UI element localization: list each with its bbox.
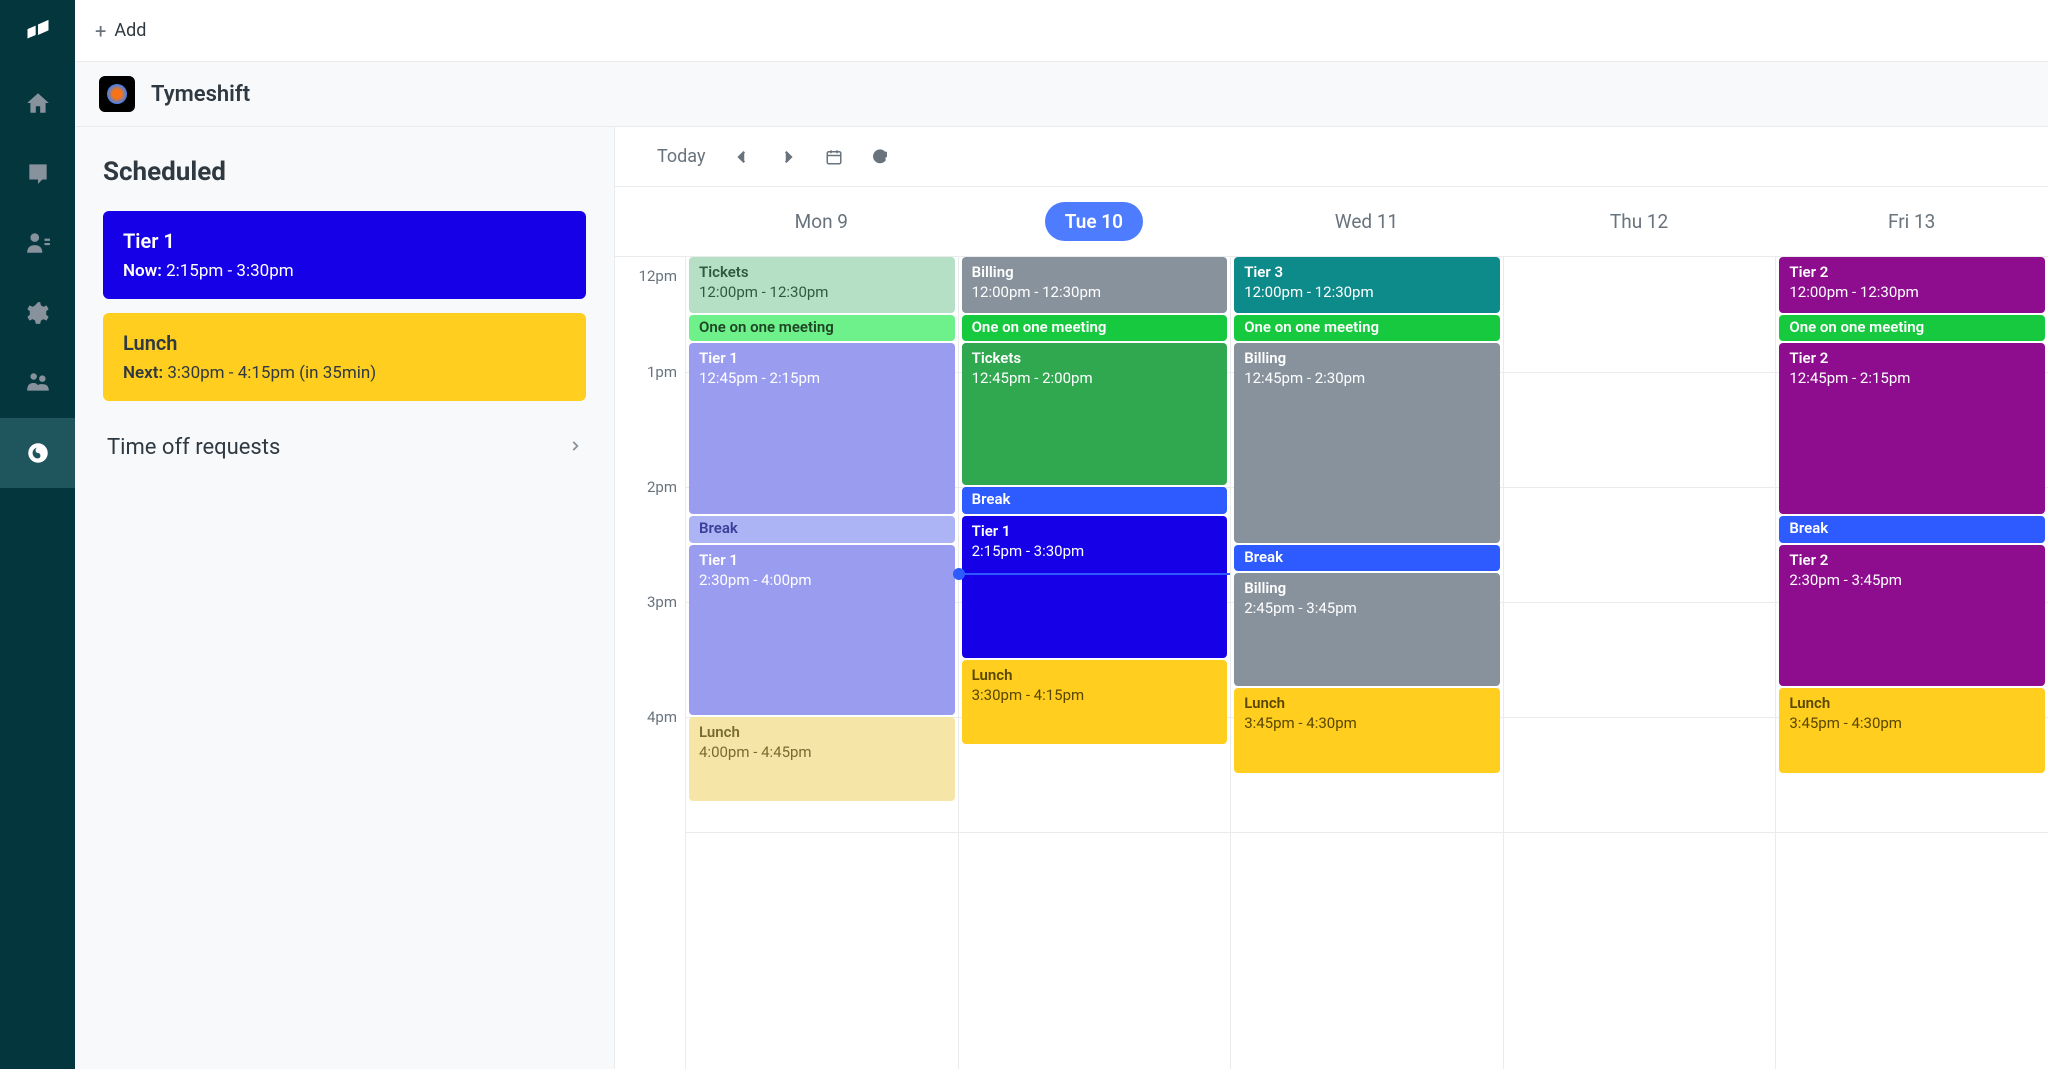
left-panel: Scheduled Tier 1 Now: 2:15pm - 3:30pm Lu… (75, 127, 615, 1069)
time-off-requests[interactable]: Time off requests (103, 415, 586, 480)
refresh-button[interactable] (871, 148, 889, 166)
calendar-event[interactable]: One on one meeting (689, 315, 955, 342)
next-button[interactable] (779, 148, 797, 166)
day-header[interactable]: Thu 12 (1503, 187, 1776, 256)
calendar-event[interactable]: Billing2:45pm - 3:45pm (1234, 573, 1500, 686)
calendar-event[interactable]: Tier 112:45pm - 2:15pm (689, 343, 955, 514)
topbar: + Add (75, 0, 2048, 62)
calendar: Today Mon 9Tue 10Wed 11Thu 12Fri 13 12pm… (615, 127, 2048, 1069)
tymeshift-icon (99, 76, 135, 112)
prev-button[interactable] (733, 148, 751, 166)
nav-settings[interactable] (0, 278, 75, 348)
card-title: Lunch (123, 331, 566, 355)
calendar-event[interactable]: Tickets12:00pm - 12:30pm (689, 257, 955, 313)
calendar-event[interactable]: Tier 12:15pm - 3:30pm (962, 516, 1228, 658)
calendar-event[interactable]: Break (1779, 516, 2045, 543)
time-gutter: 12pm 1pm 2pm 3pm 4pm (615, 257, 685, 1069)
nav-tymeshift[interactable] (0, 418, 75, 488)
next-schedule-card[interactable]: Lunch Next: 3:30pm - 4:15pm (in 35min) (103, 313, 586, 401)
now-indicator (959, 573, 1231, 575)
day-column[interactable]: Tier 212:00pm - 12:30pmOne on one meetin… (1775, 257, 2048, 1069)
time-label: 12pm (639, 267, 677, 285)
calendar-event[interactable]: Break (689, 516, 955, 543)
day-header[interactable]: Mon 9 (685, 187, 958, 256)
scheduled-title: Scheduled (103, 157, 586, 187)
calendar-event[interactable]: Break (1234, 545, 1500, 572)
day-column[interactable] (1503, 257, 1776, 1069)
calendar-event[interactable]: Tier 312:00pm - 12:30pm (1234, 257, 1500, 313)
day-column[interactable]: Tier 312:00pm - 12:30pmOne on one meetin… (1230, 257, 1503, 1069)
calendar-event[interactable]: One on one meeting (962, 315, 1228, 342)
calendar-body[interactable]: 12pm 1pm 2pm 3pm 4pm Tickets12:00pm - 12:30p… (615, 257, 2048, 1069)
day-header[interactable]: Fri 13 (1775, 187, 2048, 256)
nav-team[interactable] (0, 348, 75, 418)
calendar-event[interactable]: Break (962, 487, 1228, 514)
calendar-event[interactable]: Tier 212:00pm - 12:30pm (1779, 257, 2045, 313)
calendar-icon[interactable] (825, 148, 843, 166)
app-title: Tymeshift (151, 82, 250, 107)
calendar-header: Mon 9Tue 10Wed 11Thu 12Fri 13 (615, 187, 2048, 257)
time-label: 1pm (647, 363, 677, 381)
plus-icon: + (95, 19, 106, 43)
calendar-event[interactable]: Tickets12:45pm - 2:00pm (962, 343, 1228, 485)
current-schedule-card[interactable]: Tier 1 Now: 2:15pm - 3:30pm (103, 211, 586, 299)
chevron-right-icon (568, 438, 582, 457)
day-column[interactable]: Billing12:00pm - 12:30pmOne on one meeti… (958, 257, 1231, 1069)
day-header[interactable]: Wed 11 (1230, 187, 1503, 256)
nav-customers[interactable] (0, 208, 75, 278)
nav-home[interactable] (0, 68, 75, 138)
calendar-event[interactable]: Tier 22:30pm - 3:45pm (1779, 545, 2045, 687)
nav-views[interactable] (0, 138, 75, 208)
time-label: 3pm (647, 593, 677, 611)
sidebar-nav (0, 0, 75, 1069)
calendar-event[interactable]: Lunch3:45pm - 4:30pm (1779, 688, 2045, 772)
time-label: 2pm (647, 478, 677, 496)
day-header[interactable]: Tue 10 (958, 187, 1231, 256)
calendar-event[interactable]: Lunch3:30pm - 4:15pm (962, 660, 1228, 744)
calendar-event[interactable]: Tier 12:30pm - 4:00pm (689, 545, 955, 716)
time-label: 4pm (647, 708, 677, 726)
app-logo[interactable] (18, 8, 58, 48)
today-button[interactable]: Today (657, 146, 705, 167)
calendar-event[interactable]: One on one meeting (1779, 315, 2045, 342)
add-button[interactable]: + Add (95, 19, 146, 43)
header-bar: Tymeshift (75, 62, 2048, 127)
calendar-event[interactable]: Lunch4:00pm - 4:45pm (689, 717, 955, 801)
time-off-label: Time off requests (107, 435, 280, 460)
add-label: Add (114, 20, 146, 41)
calendar-event[interactable]: Tier 212:45pm - 2:15pm (1779, 343, 2045, 514)
day-column[interactable]: Tickets12:00pm - 12:30pmOne on one meeti… (685, 257, 958, 1069)
calendar-event[interactable]: Lunch3:45pm - 4:30pm (1234, 688, 1500, 772)
card-title: Tier 1 (123, 229, 566, 253)
calendar-event[interactable]: One on one meeting (1234, 315, 1500, 342)
calendar-toolbar: Today (615, 127, 2048, 187)
calendar-event[interactable]: Billing12:45pm - 2:30pm (1234, 343, 1500, 542)
calendar-event[interactable]: Billing12:00pm - 12:30pm (962, 257, 1228, 313)
